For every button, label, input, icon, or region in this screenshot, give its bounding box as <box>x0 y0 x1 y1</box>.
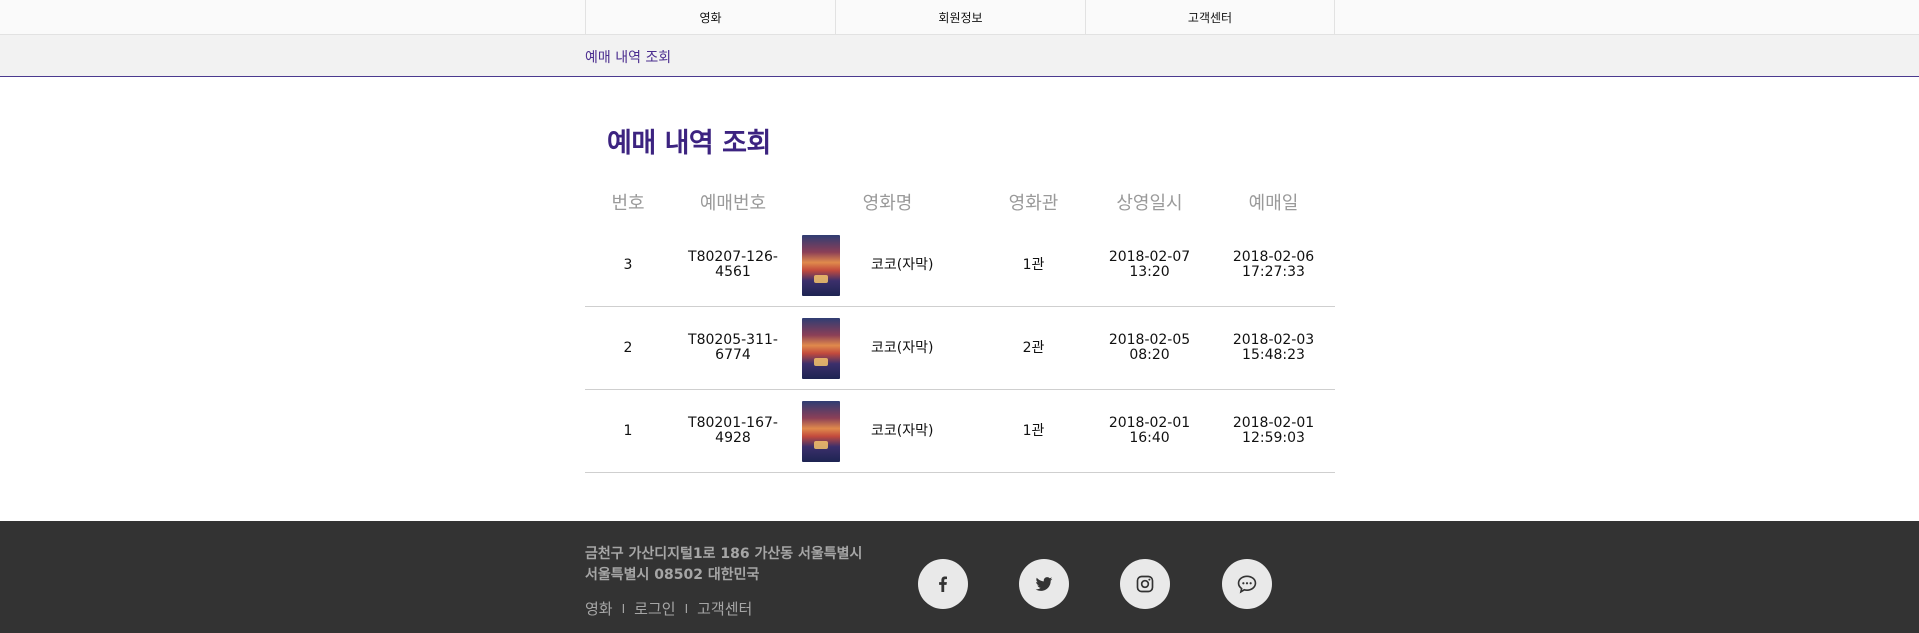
movie-poster[interactable] <box>802 234 840 296</box>
top-nav: 영화 회원정보 고객센터 <box>0 0 1919 35</box>
movie-poster[interactable] <box>802 317 840 379</box>
address-line-2: 서울특별시 08502 대한민국 <box>585 567 760 583</box>
footer-link-separator: I <box>684 601 689 616</box>
booking-time: 17:27:33 <box>1242 264 1305 280</box>
chat-icon <box>1237 575 1257 594</box>
row-number: 3 <box>623 256 633 273</box>
header-show-datetime: 상영일시 <box>1116 193 1183 214</box>
row-number: 1 <box>623 422 633 439</box>
booking-date: 2018-02-06 <box>1232 249 1315 265</box>
header-booking-date: 예매일 <box>1248 193 1299 214</box>
top-nav-menu: 영화 회원정보 고객센터 <box>585 0 1335 34</box>
movie-title: 코코(자막) <box>871 339 934 356</box>
header-reservation-number: 예매번호 <box>699 193 767 214</box>
booking-date: 2018-02-01 <box>1232 415 1315 431</box>
table-row[interactable]: 1 T80201-167-4928 코코(자막) 1관 2018-02-01 1… <box>585 390 1335 473</box>
reservation-table: 번호 예매번호 영화명 영화관 상영일시 예매일 3 T80207-126-45… <box>585 180 1335 473</box>
nav-item-member-info[interactable]: 회원정보 <box>835 0 1085 34</box>
movie-cell: 코코(자막) <box>795 317 980 379</box>
show-datetime: 2018-02-01 16:40 <box>1087 416 1212 446</box>
nav-item-movies[interactable]: 영화 <box>585 0 835 34</box>
breadcrumb[interactable]: 예매 내역 조회 <box>585 47 671 67</box>
footer-address: 금천구 가산디지털1로 186 가산동 서울특별시 서울특별시 08502 대한… <box>585 544 862 586</box>
address-line-1: 금천구 가산디지털1로 186 가산동 서울특별시 <box>585 546 863 562</box>
table-row[interactable]: 3 T80207-126-4561 코코(자막) 1관 2018-02-07 1… <box>585 224 1335 307</box>
chat-button[interactable] <box>1222 559 1272 609</box>
page-title: 예매 내역 조회 <box>607 128 771 159</box>
theater-hall: 1관 <box>1022 422 1045 439</box>
movie-title: 코코(자막) <box>871 256 934 273</box>
footer-link-separator: I <box>621 601 626 616</box>
header-movie-title: 영화명 <box>862 193 913 214</box>
movie-title: 코코(자막) <box>871 422 934 439</box>
booking-date: 2018-02-03 <box>1232 332 1315 348</box>
movie-poster[interactable] <box>802 400 840 462</box>
footer-link-movies[interactable]: 영화 <box>585 598 613 619</box>
booking-datetime: 2018-02-01 12:59:03 <box>1212 416 1335 446</box>
show-time: 13:20 <box>1129 264 1170 280</box>
theater-hall: 2관 <box>1022 339 1045 356</box>
table-row[interactable]: 2 T80205-311-6774 코코(자막) 2관 2018-02-05 0… <box>585 307 1335 390</box>
show-date: 2018-02-07 <box>1108 249 1191 265</box>
reservation-number: T80207-126-4561 <box>688 249 778 280</box>
header-theater: 영화관 <box>1008 193 1059 214</box>
show-time: 08:20 <box>1129 347 1170 363</box>
booking-datetime: 2018-02-06 17:27:33 <box>1212 250 1335 280</box>
table-header: 번호 예매번호 영화명 영화관 상영일시 예매일 <box>585 180 1335 224</box>
instagram-icon <box>1136 575 1154 593</box>
theater-hall: 1관 <box>1022 256 1045 273</box>
reservation-number: T80201-167-4928 <box>688 415 778 446</box>
show-time: 16:40 <box>1129 430 1170 446</box>
twitter-icon <box>1035 577 1053 591</box>
header-number: 번호 <box>611 193 645 214</box>
facebook-button[interactable] <box>918 559 968 609</box>
twitter-button[interactable] <box>1019 559 1069 609</box>
instagram-button[interactable] <box>1120 559 1170 609</box>
facebook-icon <box>939 576 947 592</box>
footer-links: 영화 I 로그인 I 고객센터 <box>585 598 752 619</box>
show-datetime: 2018-02-05 08:20 <box>1087 333 1212 363</box>
booking-time: 15:48:23 <box>1242 347 1305 363</box>
booking-time: 12:59:03 <box>1242 430 1305 446</box>
footer: 금천구 가산디지털1로 186 가산동 서울특별시 서울특별시 08502 대한… <box>0 521 1919 633</box>
show-date: 2018-02-01 <box>1108 415 1191 431</box>
show-datetime: 2018-02-07 13:20 <box>1087 250 1212 280</box>
nav-item-customer-center[interactable]: 고객센터 <box>1085 0 1335 34</box>
breadcrumb-bar: 예매 내역 조회 <box>0 35 1919 77</box>
reservation-number: T80205-311-6774 <box>688 332 778 363</box>
row-number: 2 <box>623 339 633 356</box>
booking-datetime: 2018-02-03 15:48:23 <box>1212 333 1335 363</box>
show-date: 2018-02-05 <box>1108 332 1191 348</box>
footer-link-customer-center[interactable]: 고객센터 <box>697 598 752 619</box>
movie-cell: 코코(자막) <box>795 400 980 462</box>
movie-cell: 코코(자막) <box>795 234 980 296</box>
footer-link-login[interactable]: 로그인 <box>634 598 675 619</box>
